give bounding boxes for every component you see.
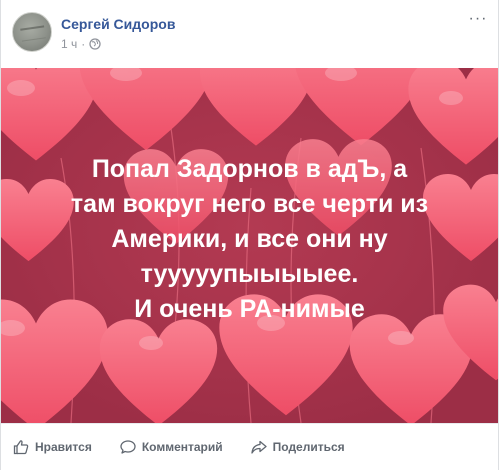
post-image[interactable]: Попал Задорнов в адЪ, а там вокруг него … (1, 68, 498, 423)
author-name[interactable]: Сергей Сидоров (61, 16, 175, 32)
separator-dot: · (81, 37, 86, 51)
avatar[interactable] (12, 12, 52, 52)
post-header: Сергей Сидоров 1 ч · ··· (1, 0, 498, 68)
action-bar: Нравится Комментарий Поделиться (1, 423, 498, 470)
post-card: Сергей Сидоров 1 ч · ··· Попал Задорнов … (0, 0, 499, 470)
like-icon (13, 440, 29, 455)
like-label: Нравится (35, 440, 92, 454)
share-icon (250, 440, 267, 454)
comment-label: Комментарий (141, 440, 223, 454)
post-text: Попал Задорнов в адЪ, а там вокруг него … (70, 155, 429, 323)
comment-button[interactable]: Комментарий (120, 439, 223, 455)
comment-icon (120, 440, 136, 454)
more-icon[interactable]: ··· (466, 11, 490, 32)
like-button[interactable]: Нравится (13, 439, 92, 455)
post-time[interactable]: 1 ч (61, 37, 77, 51)
globe-icon (89, 38, 101, 50)
share-label: Поделиться (272, 440, 345, 454)
post-meta: 1 ч · (61, 37, 101, 51)
share-button[interactable]: Поделиться (250, 439, 345, 455)
